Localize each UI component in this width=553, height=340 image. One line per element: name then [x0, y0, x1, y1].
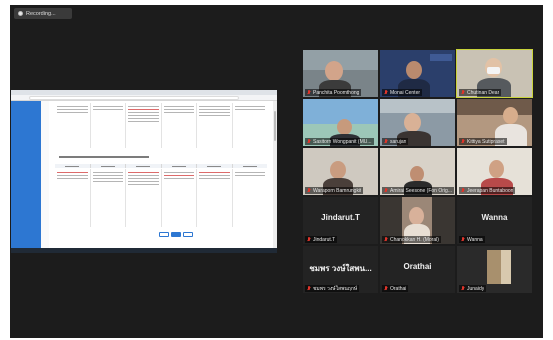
participant-tile[interactable]: Waraporn Bamrungkit	[303, 148, 378, 195]
shared-screen[interactable]	[11, 90, 277, 253]
participant-tile[interactable]: Panchita Poomthong	[303, 50, 378, 97]
participant-tile[interactable]: ชมพร วงษ์ใสพน... ชมพร วงษ์ใสพนฤกษ์	[303, 246, 378, 293]
muted-mic-icon	[384, 286, 388, 291]
participant-tile[interactable]: Amirai Seesone (Fon Orig...	[380, 148, 455, 195]
participant-tile[interactable]: Orathai Orathai	[380, 246, 455, 293]
muted-mic-icon	[307, 286, 311, 291]
participant-name: Orathai	[390, 285, 407, 292]
document-sidebar[interactable]	[11, 101, 41, 248]
participant-name: Panchita Poomthong	[313, 89, 360, 96]
participant-display-name: Jindarut.T	[321, 213, 360, 222]
participant-tile[interactable]: Jeerapan Buntaboon	[457, 148, 532, 195]
document-scrollbar[interactable]	[273, 101, 277, 248]
section-heading	[59, 156, 149, 158]
participant-tile[interactable]: Wanna Wanna	[457, 197, 532, 244]
participant-tile-active-speaker[interactable]: Chutinan Dear	[456, 49, 533, 98]
document-action-buttons	[159, 232, 193, 237]
document-button[interactable]	[171, 232, 181, 237]
participant-name: Amirai Seesone (Fon Orig...	[390, 187, 452, 194]
participant-name: Jindarut.T	[313, 236, 336, 243]
participant-display-name: Wanna	[481, 213, 508, 222]
participant-name: Sasitorn Wongpanit (MU...	[313, 138, 372, 145]
participant-display-name: Orathai	[403, 262, 432, 271]
participant-name: Junaidy	[467, 285, 485, 292]
document-button[interactable]	[159, 232, 169, 237]
muted-mic-icon	[307, 139, 311, 144]
participant-tile[interactable]: Chanokkan H. (Moral)	[380, 197, 455, 244]
participant-name: Waraporn Bamrungkit	[313, 187, 362, 194]
recording-icon	[18, 11, 23, 16]
participant-name: Kittiya Sutipraset	[467, 138, 505, 145]
shared-document	[49, 101, 273, 248]
recording-label: Recording...	[26, 10, 56, 17]
participant-display-name: ชมพร วงษ์ใสพน...	[309, 264, 372, 273]
muted-mic-icon	[384, 139, 388, 144]
muted-mic-icon	[461, 90, 465, 95]
muted-mic-icon	[461, 188, 465, 193]
scroll-thumb[interactable]	[274, 111, 276, 141]
recording-indicator[interactable]: Recording...	[14, 8, 72, 19]
url-field[interactable]	[29, 96, 239, 100]
participant-tile[interactable]: Jindarut.T Jindarut.T	[303, 197, 378, 244]
muted-mic-icon	[384, 188, 388, 193]
participant-name: Chanokkan H. (Moral)	[390, 236, 439, 243]
muted-mic-icon	[461, 139, 465, 144]
table-row	[55, 169, 267, 227]
zoom-meeting-window: Recording... Panchita Poomthong Monai Ce…	[10, 5, 543, 338]
participant-name: sarujan	[390, 138, 407, 145]
muted-mic-icon	[461, 237, 465, 242]
participant-tile[interactable]: Sasitorn Wongpanit (MU...	[303, 99, 378, 146]
muted-mic-icon	[307, 188, 311, 193]
document-button[interactable]	[183, 232, 193, 237]
participant-name: Monai Center	[390, 89, 421, 96]
participant-name: ชมพร วงษ์ใสพนฤกษ์	[313, 285, 358, 292]
muted-mic-icon	[307, 237, 311, 242]
participant-tile[interactable]: Junaidy	[457, 246, 532, 293]
participant-tile[interactable]: Monai Center	[380, 50, 455, 97]
muted-mic-icon	[461, 286, 465, 291]
participant-tile[interactable]: Kittiya Sutipraset	[457, 99, 532, 146]
muted-mic-icon	[384, 90, 388, 95]
participant-name: Jeerapan Buntaboon	[467, 187, 514, 194]
windows-taskbar[interactable]	[11, 248, 277, 253]
muted-mic-icon	[384, 237, 388, 242]
participant-name: Wanna	[467, 236, 483, 243]
screenshot-frame: Recording... Panchita Poomthong Monai Ce…	[0, 0, 553, 340]
muted-mic-icon	[307, 90, 311, 95]
table-row	[55, 103, 267, 148]
participant-name: Chutinan Dear	[467, 89, 500, 96]
table-header	[55, 164, 267, 168]
participant-tile[interactable]: sarujan	[380, 99, 455, 146]
